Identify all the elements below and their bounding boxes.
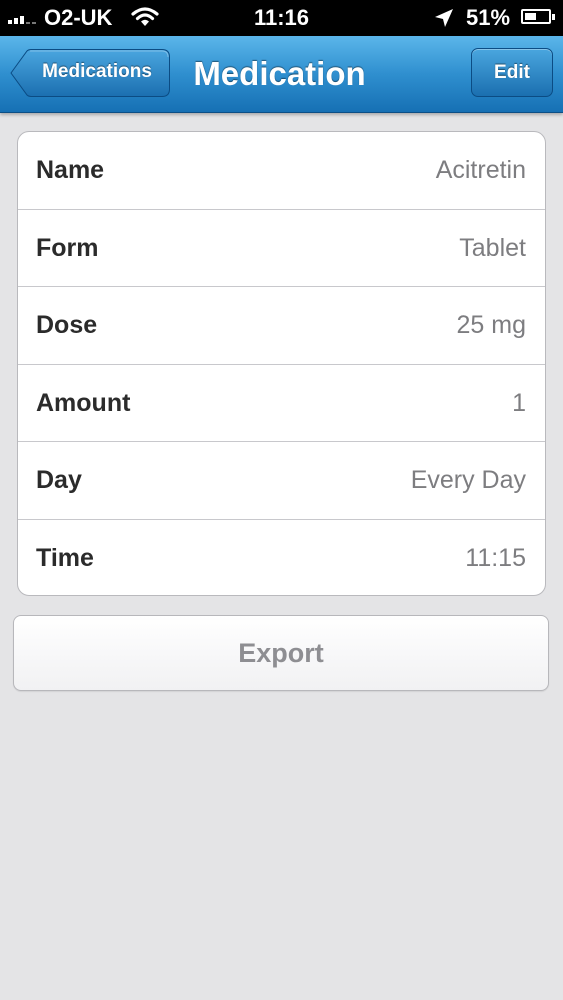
detail-row-name[interactable]: Name Acitretin xyxy=(18,132,545,210)
medication-details-table: Name Acitretin Form Tablet Dose 25 mg Am… xyxy=(17,131,546,596)
detail-value: Tablet xyxy=(459,233,526,262)
detail-row-form[interactable]: Form Tablet xyxy=(18,210,545,287)
battery-fill xyxy=(525,13,536,20)
export-button[interactable]: Export xyxy=(13,615,549,691)
detail-row-time[interactable]: Time 11:15 xyxy=(18,520,545,596)
edit-button[interactable]: Edit xyxy=(471,48,553,97)
detail-label: Time xyxy=(36,543,94,572)
battery-percentage: 51% xyxy=(466,5,511,30)
detail-label: Dose xyxy=(36,311,98,339)
detail-row-day[interactable]: Day Every Day xyxy=(18,442,545,520)
detail-label: Amount xyxy=(36,388,131,417)
battery-icon xyxy=(521,9,555,24)
detail-value: Acitretin xyxy=(435,156,526,184)
detail-label: Form xyxy=(36,233,99,262)
detail-label: Day xyxy=(36,466,82,494)
detail-value: 25 mg xyxy=(456,311,526,339)
detail-row-dose[interactable]: Dose 25 mg xyxy=(18,287,545,365)
detail-value: 1 xyxy=(512,388,526,417)
detail-label: Name xyxy=(36,156,105,184)
navigation-bar: Medications Medication Edit xyxy=(0,36,563,113)
detail-row-amount[interactable]: Amount 1 xyxy=(18,365,545,442)
detail-value: Every Day xyxy=(410,466,526,494)
status-bar: O2-UK 11:16 51% xyxy=(0,0,563,36)
detail-value: 11:15 xyxy=(465,543,526,572)
location-arrow-icon xyxy=(434,8,454,34)
